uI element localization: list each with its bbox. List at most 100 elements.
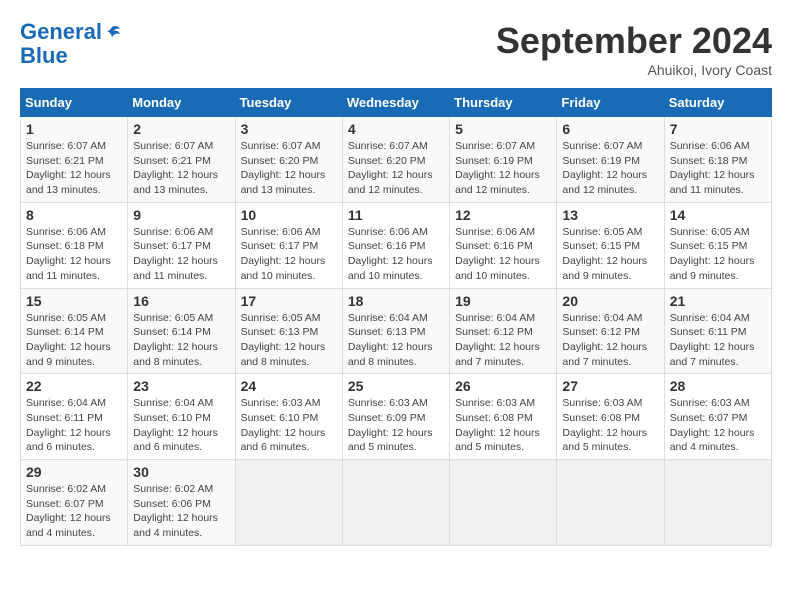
table-row: 28 Sunrise: 6:03 AM Sunset: 6:07 PM Dayli… (664, 374, 771, 460)
table-row: 19 Sunrise: 6:04 AM Sunset: 6:12 PM Dayli… (450, 288, 557, 374)
day-number: 13 (562, 207, 658, 223)
table-row: 3Sunrise: 6:07 AM Sunset: 6:20 PM Daylig… (235, 117, 342, 203)
logo-text-blue: Blue (20, 44, 121, 68)
day-info: Sunrise: 6:06 AM Sunset: 6:17 PM Dayligh… (133, 225, 229, 284)
table-row: 27Sunrise: 6:03 AM Sunset: 6:08 PM Dayli… (557, 374, 664, 460)
table-row: 21 Sunrise: 6:04 AM Sunset: 6:11 PM Dayli… (664, 288, 771, 374)
table-row: 30 Sunrise: 6:02 AM Sunset: 6:06 PM Dayli… (128, 460, 235, 546)
table-row: 6Sunrise: 6:07 AM Sunset: 6:19 PM Daylig… (557, 117, 664, 203)
day-number: 10 (241, 207, 337, 223)
day-number: 14 (670, 207, 766, 223)
header-wednesday: Wednesday (342, 89, 449, 117)
day-info: Sunrise: 6:07 AM Sunset: 6:19 PM Dayligh… (455, 139, 551, 198)
table-row: 10Sunrise: 6:06 AM Sunset: 6:17 PM Dayli… (235, 202, 342, 288)
header-tuesday: Tuesday (235, 89, 342, 117)
day-info: Sunrise: 6:03 AM Sunset: 6:09 PM Dayligh… (348, 396, 444, 455)
table-row: 8 Sunrise: 6:06 AM Sunset: 6:18 PM Daylig… (21, 202, 128, 288)
header-friday: Friday (557, 89, 664, 117)
day-number: 15 (26, 293, 122, 309)
day-number: 9 (133, 207, 229, 223)
day-number: 8 (26, 207, 122, 223)
table-row: 4 Sunrise: 6:07 AM Sunset: 6:20 PM Daylig… (342, 117, 449, 203)
day-info: Sunrise: 6:04 AM Sunset: 6:10 PM Dayligh… (133, 396, 229, 455)
day-number: 23 (133, 378, 229, 394)
table-row: 15 Sunrise: 6:05 AM Sunset: 6:14 PM Dayli… (21, 288, 128, 374)
day-number: 4 (348, 121, 444, 137)
day-info: Sunrise: 6:03 AM Sunset: 6:08 PM Dayligh… (562, 396, 658, 455)
title-section: September 2024 Ahuikoi, Ivory Coast (496, 20, 772, 78)
table-row: 20 Sunrise: 6:04 AM Sunset: 6:12 PM Dayli… (557, 288, 664, 374)
table-row: 1Sunrise: 6:07 AM Sunset: 6:21 PM Daylig… (21, 117, 128, 203)
day-info: Sunrise: 6:06 AM Sunset: 6:18 PM Dayligh… (26, 225, 122, 284)
day-number: 18 (348, 293, 444, 309)
day-number: 24 (241, 378, 337, 394)
page-header: General Blue September 2024 Ahuikoi, Ivo… (20, 20, 772, 78)
calendar-table: Sunday Monday Tuesday Wednesday Thursday… (20, 88, 772, 546)
table-row (664, 460, 771, 546)
day-info: Sunrise: 6:04 AM Sunset: 6:12 PM Dayligh… (455, 311, 551, 370)
table-row: 26Sunrise: 6:03 AM Sunset: 6:08 PM Dayli… (450, 374, 557, 460)
table-row: 7Sunrise: 6:06 AM Sunset: 6:18 PM Daylig… (664, 117, 771, 203)
day-number: 20 (562, 293, 658, 309)
table-row: 5Sunrise: 6:07 AM Sunset: 6:19 PM Daylig… (450, 117, 557, 203)
header-saturday: Saturday (664, 89, 771, 117)
table-row (235, 460, 342, 546)
location: Ahuikoi, Ivory Coast (496, 62, 772, 78)
day-info: Sunrise: 6:07 AM Sunset: 6:21 PM Dayligh… (133, 139, 229, 198)
day-number: 28 (670, 378, 766, 394)
table-row: 23 Sunrise: 6:04 AM Sunset: 6:10 PM Dayli… (128, 374, 235, 460)
day-info: Sunrise: 6:04 AM Sunset: 6:13 PM Dayligh… (348, 311, 444, 370)
table-row: 22 Sunrise: 6:04 AM Sunset: 6:11 PM Dayli… (21, 374, 128, 460)
table-row: 25 Sunrise: 6:03 AM Sunset: 6:09 PM Dayli… (342, 374, 449, 460)
day-number: 7 (670, 121, 766, 137)
table-row: 11 Sunrise: 6:06 AM Sunset: 6:16 PM Dayli… (342, 202, 449, 288)
header-thursday: Thursday (450, 89, 557, 117)
day-info: Sunrise: 6:05 AM Sunset: 6:14 PM Dayligh… (26, 311, 122, 370)
day-number: 29 (26, 464, 122, 480)
table-row: 12Sunrise: 6:06 AM Sunset: 6:16 PM Dayli… (450, 202, 557, 288)
day-info: Sunrise: 6:04 AM Sunset: 6:11 PM Dayligh… (670, 311, 766, 370)
table-row (450, 460, 557, 546)
table-row: 16Sunrise: 6:05 AM Sunset: 6:14 PM Dayli… (128, 288, 235, 374)
day-info: Sunrise: 6:07 AM Sunset: 6:19 PM Dayligh… (562, 139, 658, 198)
day-number: 30 (133, 464, 229, 480)
logo-text-general: General (20, 19, 102, 44)
table-row: 24Sunrise: 6:03 AM Sunset: 6:10 PM Dayli… (235, 374, 342, 460)
table-row: 2 Sunrise: 6:07 AM Sunset: 6:21 PM Daylig… (128, 117, 235, 203)
day-info: Sunrise: 6:04 AM Sunset: 6:12 PM Dayligh… (562, 311, 658, 370)
day-info: Sunrise: 6:06 AM Sunset: 6:16 PM Dayligh… (348, 225, 444, 284)
day-info: Sunrise: 6:03 AM Sunset: 6:08 PM Dayligh… (455, 396, 551, 455)
day-number: 3 (241, 121, 337, 137)
header-sunday: Sunday (21, 89, 128, 117)
day-info: Sunrise: 6:07 AM Sunset: 6:20 PM Dayligh… (348, 139, 444, 198)
day-info: Sunrise: 6:05 AM Sunset: 6:15 PM Dayligh… (562, 225, 658, 284)
day-info: Sunrise: 6:02 AM Sunset: 6:07 PM Dayligh… (26, 482, 122, 541)
table-row: 13 Sunrise: 6:05 AM Sunset: 6:15 PM Dayli… (557, 202, 664, 288)
day-number: 11 (348, 207, 444, 223)
table-row: 14Sunrise: 6:05 AM Sunset: 6:15 PM Dayli… (664, 202, 771, 288)
logo-bird-icon (103, 24, 121, 42)
day-number: 19 (455, 293, 551, 309)
day-info: Sunrise: 6:05 AM Sunset: 6:13 PM Dayligh… (241, 311, 337, 370)
day-number: 22 (26, 378, 122, 394)
calendar-week-5: 29 Sunrise: 6:02 AM Sunset: 6:07 PM Dayli… (21, 460, 772, 546)
day-number: 21 (670, 293, 766, 309)
table-row: 18 Sunrise: 6:04 AM Sunset: 6:13 PM Dayli… (342, 288, 449, 374)
header-monday: Monday (128, 89, 235, 117)
day-number: 2 (133, 121, 229, 137)
table-row: 17 Sunrise: 6:05 AM Sunset: 6:13 PM Dayli… (235, 288, 342, 374)
day-number: 16 (133, 293, 229, 309)
day-info: Sunrise: 6:04 AM Sunset: 6:11 PM Dayligh… (26, 396, 122, 455)
day-number: 25 (348, 378, 444, 394)
day-info: Sunrise: 6:06 AM Sunset: 6:16 PM Dayligh… (455, 225, 551, 284)
table-row (557, 460, 664, 546)
logo: General Blue (20, 20, 121, 68)
table-row (342, 460, 449, 546)
calendar-week-4: 22 Sunrise: 6:04 AM Sunset: 6:11 PM Dayli… (21, 374, 772, 460)
day-number: 17 (241, 293, 337, 309)
table-row: 29 Sunrise: 6:02 AM Sunset: 6:07 PM Dayli… (21, 460, 128, 546)
day-info: Sunrise: 6:03 AM Sunset: 6:07 PM Dayligh… (670, 396, 766, 455)
day-info: Sunrise: 6:02 AM Sunset: 6:06 PM Dayligh… (133, 482, 229, 541)
month-title: September 2024 (496, 20, 772, 62)
table-row: 9 Sunrise: 6:06 AM Sunset: 6:17 PM Daylig… (128, 202, 235, 288)
